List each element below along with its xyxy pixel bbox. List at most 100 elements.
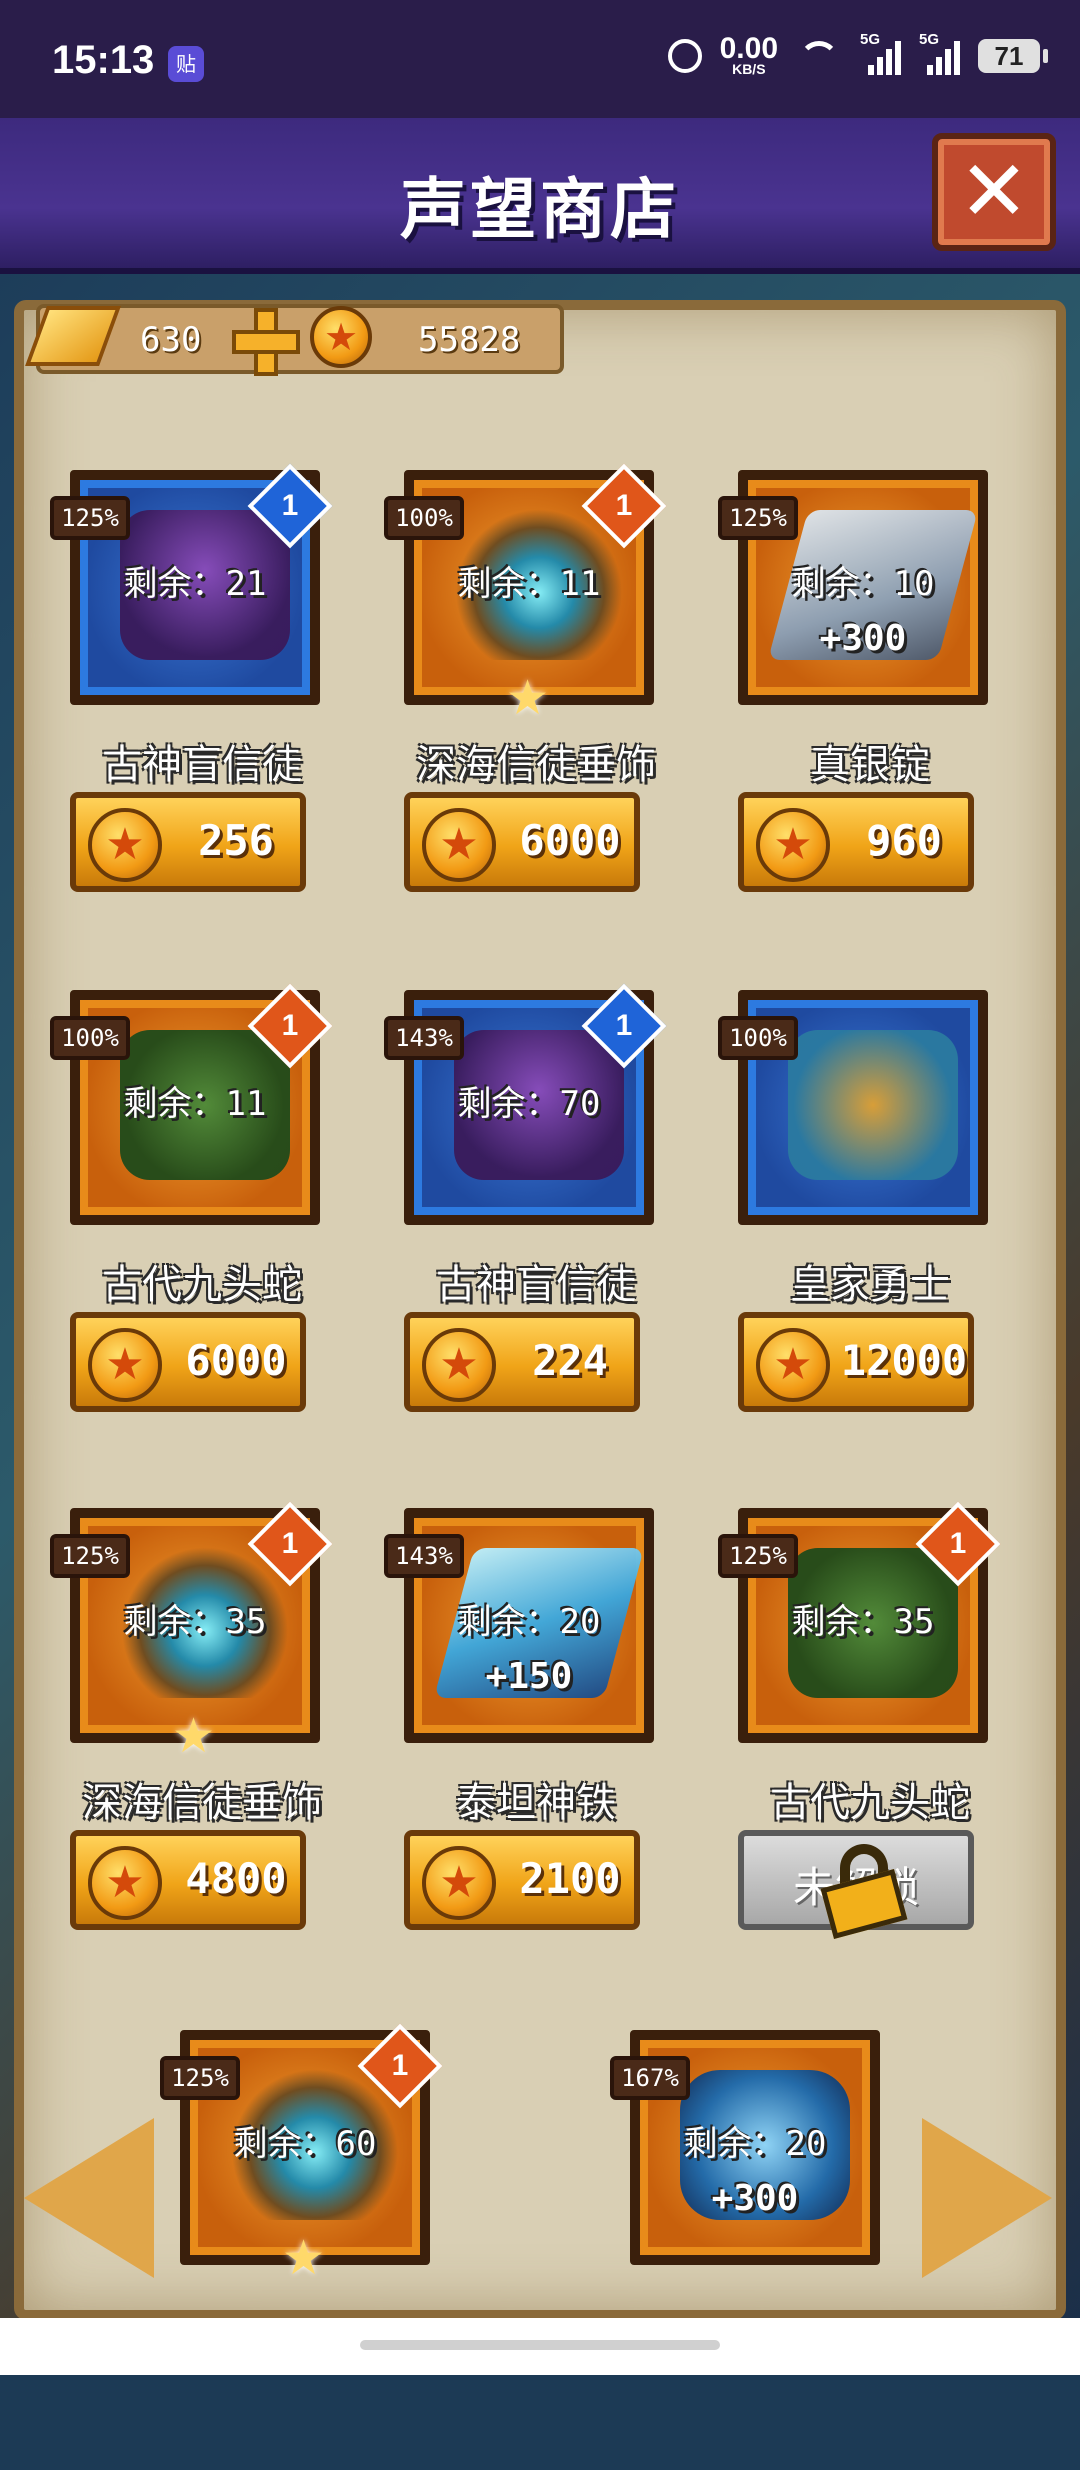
- rank-gem-label: 1: [615, 1009, 633, 1042]
- price-label: 224: [532, 1336, 608, 1385]
- remaining-count: 剩余：11: [123, 1084, 267, 1124]
- shop-item[interactable]: 125% 1 剩余：35 ★ 深海信徒垂饰 ★ 4800: [50, 1501, 352, 1948]
- shop-item[interactable]: 143% 1 剩余：70 古神盲信徒 ★ 224: [384, 983, 686, 1430]
- coin-icon: ★: [88, 808, 162, 882]
- shop-item[interactable]: 125% 剩余：10 +300 真银锭 ★ 960: [718, 470, 1020, 910]
- coin-icon: ★: [756, 808, 830, 882]
- price-label: 960: [866, 816, 942, 865]
- item-name: 古代九头蛇: [102, 1262, 302, 1308]
- page-title: 声望商店: [400, 171, 680, 248]
- add-currency-button[interactable]: [232, 308, 300, 376]
- price-label: 6000: [519, 816, 621, 865]
- buy-button[interactable]: ★ 12000: [738, 1312, 974, 1412]
- star-icon: ★: [172, 1708, 216, 1764]
- title-bar: 声望商店: [0, 118, 1080, 274]
- discount-badge: 125%: [160, 2056, 240, 2100]
- close-button[interactable]: ✕: [932, 133, 1056, 251]
- price-label: 256: [198, 816, 274, 865]
- rank-gem-label: 1: [615, 489, 633, 522]
- item-name: 古代九头蛇: [770, 1780, 970, 1826]
- item-name: 皇家勇士: [790, 1262, 950, 1308]
- discount-badge: 125%: [50, 496, 130, 540]
- status-icons: 0.00 KB/S 5G 5G 71: [667, 31, 1048, 77]
- buy-button[interactable]: ★ 4800: [70, 1830, 306, 1930]
- star-icon: ★: [506, 670, 550, 726]
- bonus-amount: +150: [485, 1656, 573, 1697]
- remaining-count: 剩余：35: [123, 1602, 267, 1642]
- coin-icon: ★: [422, 1846, 496, 1920]
- status-time: 15:13: [52, 38, 155, 82]
- discount-badge: 143%: [384, 1016, 464, 1060]
- discount-badge: 100%: [384, 496, 464, 540]
- arrow-left-icon[interactable]: [24, 2118, 154, 2278]
- discount-badge: 100%: [718, 1016, 798, 1060]
- rank-gem-label: 1: [949, 1527, 967, 1560]
- status-bar: 15:13 贴 0.00 KB/S 5G 5G 71: [0, 0, 1080, 118]
- wifi-icon: [796, 39, 842, 73]
- shop-item[interactable]: 100% 皇家勇士 ★ 12000: [718, 990, 1020, 1430]
- remaining-count: 剩余：35: [791, 1602, 935, 1642]
- coin-icon: ★: [88, 1846, 162, 1920]
- gesture-bar[interactable]: [360, 2340, 720, 2350]
- coin-icon: ★: [310, 306, 372, 368]
- network-speed: 0.00 KB/S: [720, 34, 778, 77]
- coin-icon: ★: [422, 1328, 496, 1402]
- bonus-amount: +300: [711, 2178, 799, 2219]
- shop-item[interactable]: 125% 1 剩余：60 ★: [160, 2023, 462, 2470]
- arrow-right-icon[interactable]: [922, 2118, 1052, 2278]
- buy-button[interactable]: ★ 6000: [404, 792, 640, 892]
- notification-app-icon: 贴: [168, 46, 204, 82]
- remaining-count: 剩余：10: [791, 564, 935, 604]
- shop-item[interactable]: 100% 1 剩余：11 古代九头蛇 ★ 6000: [50, 983, 352, 1430]
- coin-icon: ★: [422, 808, 496, 882]
- rank-gem-label: 1: [391, 2049, 409, 2082]
- buy-button[interactable]: ★ 6000: [70, 1312, 306, 1412]
- remaining-count: 剩余：11: [457, 564, 601, 604]
- rank-gem-label: 1: [281, 1009, 299, 1042]
- shop-item[interactable]: 125% 1 剩余：35 古代九头蛇 未解锁: [718, 1501, 1020, 1948]
- warrior-icon: [788, 1030, 958, 1180]
- discount-badge: 125%: [718, 496, 798, 540]
- item-name: 深海信徒垂饰: [416, 742, 656, 788]
- buy-button[interactable]: ★ 960: [738, 792, 974, 892]
- signal-icon-1: 5G: [860, 31, 901, 75]
- price-label: 12000: [840, 1336, 968, 1385]
- alarm-icon: [667, 39, 702, 73]
- price-label: 2100: [519, 1854, 621, 1903]
- shop-item[interactable]: 143% 剩余：20 +150 泰坦神铁 ★ 2100: [384, 1508, 686, 1948]
- signal-icon-2: 5G: [919, 31, 960, 75]
- item-name: 深海信徒垂饰: [82, 1780, 322, 1826]
- gold-amount: 630: [140, 320, 202, 360]
- battery-icon: 71: [978, 39, 1048, 73]
- price-label: 6000: [185, 1336, 287, 1385]
- signal-label-1: 5G: [860, 31, 881, 48]
- buy-button[interactable]: ★ 2100: [404, 1830, 640, 1930]
- discount-badge: 125%: [50, 1534, 130, 1578]
- discount-badge: 143%: [384, 1534, 464, 1578]
- shop-item[interactable]: 125% 1 剩余：21 古神盲信徒 ★ 256: [50, 463, 352, 910]
- coin-icon: ★: [756, 1328, 830, 1402]
- item-name: 古神盲信徒: [102, 742, 302, 788]
- shop-item[interactable]: 100% 1 剩余：11 ★ 深海信徒垂饰 ★ 6000: [384, 463, 686, 910]
- rank-gem-label: 1: [281, 489, 299, 522]
- buy-button[interactable]: ★ 224: [404, 1312, 640, 1412]
- discount-badge: 100%: [50, 1016, 130, 1060]
- locked-button[interactable]: 未解锁: [738, 1830, 974, 1939]
- bonus-amount: +300: [819, 618, 907, 659]
- remaining-count: 剩余：21: [123, 564, 267, 604]
- shop-item[interactable]: 167% 剩余：20 +300: [610, 2030, 912, 2470]
- item-name: 真银锭: [810, 742, 930, 788]
- item-name: 古神盲信徒: [436, 1262, 636, 1308]
- discount-badge: 167%: [610, 2056, 690, 2100]
- signal-label-2: 5G: [919, 31, 940, 48]
- discount-badge: 125%: [718, 1534, 798, 1578]
- item-name: 泰坦神铁: [456, 1780, 616, 1826]
- remaining-count: 剩余：60: [233, 2124, 377, 2164]
- buy-button[interactable]: ★ 256: [70, 792, 306, 892]
- remaining-count: 剩余：20: [457, 1602, 601, 1642]
- coin-icon: ★: [88, 1328, 162, 1402]
- remaining-count: 剩余：70: [457, 1084, 601, 1124]
- rank-gem-label: 1: [281, 1527, 299, 1560]
- remaining-count: 剩余：20: [683, 2124, 827, 2164]
- lock-icon: [820, 1844, 908, 1939]
